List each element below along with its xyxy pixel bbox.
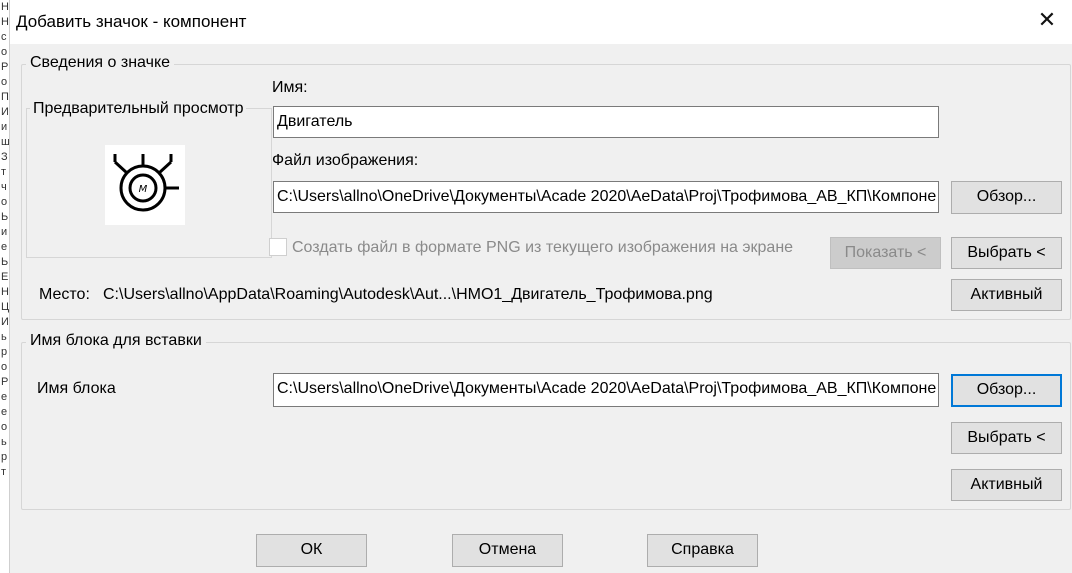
- block-active-button[interactable]: Активный: [951, 469, 1062, 501]
- background-strip-char: о: [1, 361, 8, 373]
- png-checkbox[interactable]: [269, 238, 287, 256]
- background-strip-char: о: [1, 76, 8, 88]
- background-strip-char: е: [1, 406, 8, 418]
- background-window-strip: ННсоРоПлИишЗтчоЬиеЬЕНЦИьроРееоьрт: [0, 0, 10, 573]
- background-strip-char: ь: [1, 331, 7, 343]
- motor-symbol-icon: M: [113, 154, 179, 212]
- background-strip-char: Ь: [1, 211, 9, 223]
- background-strip-char: е: [1, 391, 8, 403]
- background-strip-char: о: [1, 421, 8, 433]
- close-icon[interactable]: ✕: [1036, 9, 1058, 31]
- cancel-button[interactable]: Отмена: [452, 534, 563, 567]
- background-strip-char: ь: [1, 436, 7, 448]
- background-strip-char: З: [1, 151, 8, 163]
- background-strip-char: и: [1, 121, 8, 133]
- image-file-input[interactable]: C:\Users\allno\OneDrive\Документы\Acade …: [273, 181, 939, 213]
- block-name-input[interactable]: C:\Users\allno\OneDrive\Документы\Acade …: [273, 373, 939, 407]
- background-strip-char: ш: [1, 136, 10, 148]
- image-file-label: Файл изображения:: [272, 152, 419, 169]
- ok-button[interactable]: ОК: [256, 534, 367, 567]
- background-strip-char: Ь: [1, 256, 9, 268]
- background-strip-char: о: [1, 46, 8, 58]
- icon-active-button[interactable]: Активный: [951, 279, 1062, 311]
- show-button[interactable]: Показать <: [830, 237, 941, 269]
- background-strip-char: Н: [1, 1, 9, 13]
- location-value: C:\Users\allno\AppData\Roaming\Autodesk\…: [103, 286, 713, 303]
- png-checkbox-label: Создать файл в формате PNG из текущего и…: [292, 239, 794, 256]
- background-strip-char: Н: [1, 16, 9, 28]
- icon-info-legend: Сведения о значке: [26, 54, 175, 72]
- background-strip-char: с: [1, 31, 7, 43]
- preview-image: M: [105, 145, 185, 225]
- background-strip-char: Р: [1, 61, 9, 73]
- icon-pick-button[interactable]: Выбрать <: [951, 237, 1062, 269]
- background-strip-char: р: [1, 451, 8, 463]
- background-strip-char: т: [1, 166, 7, 178]
- background-strip-char: и: [1, 226, 8, 238]
- background-strip-char: е: [1, 241, 8, 253]
- background-strip-char: И: [1, 106, 9, 118]
- block-insert-legend: Имя блока для вставки: [26, 332, 206, 350]
- title-bar: Добавить значок - компонент ✕: [10, 0, 1072, 44]
- background-strip-char: ч: [1, 181, 7, 193]
- background-strip-char: Ц: [1, 301, 10, 313]
- help-button[interactable]: Справка: [647, 534, 758, 567]
- add-icon-dialog: Добавить значок - компонент ✕ Сведения о…: [10, 0, 1072, 573]
- background-strip-char: Р: [1, 376, 9, 388]
- block-pick-button[interactable]: Выбрать <: [951, 422, 1062, 454]
- image-browse-button[interactable]: Обзор...: [951, 181, 1062, 214]
- background-strip-char: т: [1, 466, 7, 478]
- block-name-label: Имя блока: [37, 380, 116, 397]
- background-strip-char: Е: [1, 271, 9, 283]
- background-strip-char: р: [1, 346, 8, 358]
- svg-text:M: M: [139, 184, 148, 195]
- background-strip-char: о: [1, 196, 8, 208]
- name-input[interactable]: Двигатель: [273, 106, 939, 138]
- location-label: Место:: [39, 286, 90, 303]
- background-strip-char: И: [1, 316, 9, 328]
- name-label: Имя:: [272, 79, 308, 96]
- dialog-title: Добавить значок - компонент: [16, 12, 247, 31]
- block-insert-group: [21, 342, 1071, 510]
- background-strip-char: Пл: [1, 91, 9, 103]
- preview-label: Предварительный просмотр: [30, 100, 247, 118]
- background-strip-char: Н: [1, 286, 9, 298]
- block-browse-button[interactable]: Обзор...: [951, 374, 1062, 407]
